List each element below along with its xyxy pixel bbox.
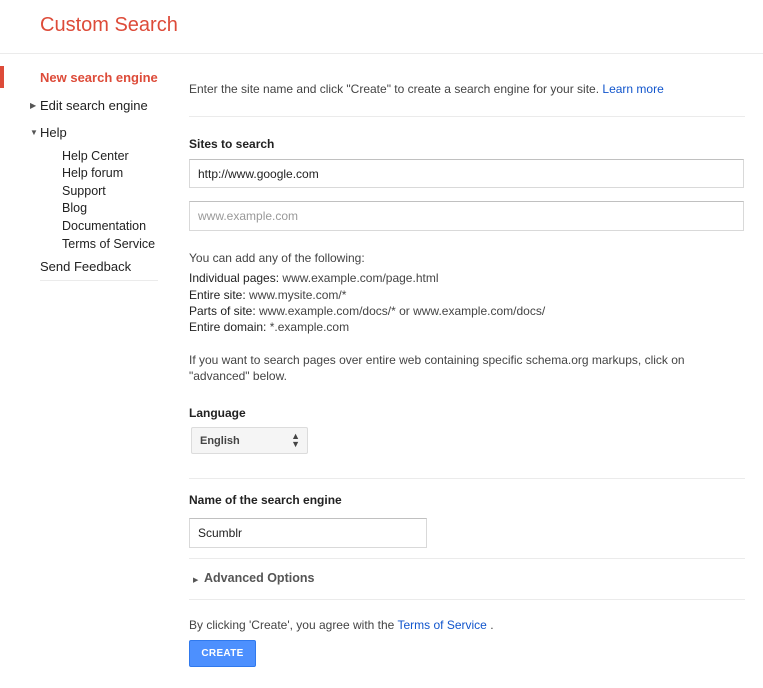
- terms-of-service-link[interactable]: Terms of Service: [397, 618, 486, 632]
- learn-more-link[interactable]: Learn more: [602, 82, 663, 96]
- divider: [189, 116, 745, 117]
- hint-entire-site: Entire site: www.mysite.com/*: [189, 288, 346, 302]
- sidebar-link-terms-of-service[interactable]: Terms of Service: [62, 237, 155, 251]
- sidebar-divider: [40, 280, 158, 281]
- hint-parts-of-site: Parts of site: www.example.com/docs/* or…: [189, 304, 545, 318]
- hint-entire-domain: Entire domain: *.example.com: [189, 320, 349, 334]
- triangle-right-icon[interactable]: ▶: [30, 101, 36, 110]
- add-sites-hint: You can add any of the following:: [189, 251, 365, 265]
- intro-text: Enter the site name and click "Create" t…: [189, 82, 664, 96]
- site-url-input-1[interactable]: [189, 159, 744, 188]
- agreement-message: By clicking 'Create', you agree with the: [189, 618, 395, 632]
- sidebar-item-new-search-engine[interactable]: New search engine: [40, 70, 158, 85]
- triangle-right-icon[interactable]: ▶: [193, 576, 198, 584]
- sidebar-link-help-center[interactable]: Help Center: [62, 149, 129, 163]
- sidebar-item-send-feedback[interactable]: Send Feedback: [40, 259, 131, 274]
- hint-individual-pages: Individual pages: www.example.com/page.h…: [189, 271, 439, 285]
- hint-label: Individual pages:: [189, 271, 280, 285]
- language-selected-value: English: [200, 435, 240, 447]
- engine-name-input[interactable]: [189, 518, 427, 548]
- intro-message: Enter the site name and click "Create" t…: [189, 82, 600, 96]
- sidebar-link-support[interactable]: Support: [62, 184, 106, 198]
- language-label: Language: [189, 406, 246, 420]
- triangle-down-icon[interactable]: ▼: [30, 128, 38, 137]
- advanced-options-toggle[interactable]: Advanced Options: [204, 571, 314, 585]
- select-arrows-icon: ▲ ▼: [291, 431, 300, 449]
- app-title: Custom Search: [40, 14, 178, 36]
- hint-label: Entire site:: [189, 288, 246, 302]
- schema-note: If you want to search pages over entire …: [189, 353, 685, 383]
- divider: [189, 599, 745, 600]
- site-url-input-2[interactable]: [189, 201, 744, 231]
- sidebar-item-edit-search-engine[interactable]: Edit search engine: [40, 98, 148, 113]
- engine-name-label: Name of the search engine: [189, 493, 342, 507]
- create-button[interactable]: CREATE: [189, 640, 256, 667]
- hint-label: Entire domain:: [189, 320, 267, 334]
- sidebar-link-documentation[interactable]: Documentation: [62, 219, 146, 233]
- divider: [189, 478, 745, 479]
- agreement-text: By clicking 'Create', you agree with the…: [189, 618, 494, 632]
- sidebar-link-help-forum[interactable]: Help forum: [62, 166, 123, 180]
- header: Custom Search: [0, 0, 763, 54]
- hint-example: www.example.com/docs/* or www.example.co…: [259, 304, 546, 318]
- active-indicator: [0, 66, 4, 88]
- language-select[interactable]: English ▲ ▼: [191, 427, 308, 454]
- hint-example: www.mysite.com/*: [249, 288, 347, 302]
- divider: [189, 558, 745, 559]
- sidebar-item-help[interactable]: Help: [40, 125, 67, 140]
- sites-to-search-label: Sites to search: [189, 137, 275, 151]
- hint-example: *.example.com: [269, 320, 350, 334]
- sidebar-link-blog[interactable]: Blog: [62, 201, 87, 215]
- agreement-period: .: [490, 618, 494, 632]
- hint-label: Parts of site:: [189, 304, 256, 318]
- hint-example: www.example.com/page.html: [282, 271, 439, 285]
